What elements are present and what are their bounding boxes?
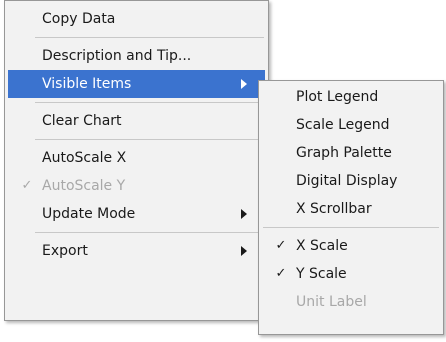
menu-item-label: Scale Legend (296, 117, 390, 133)
checkmark-icon: ✓ (275, 238, 287, 253)
submenu-item-digital-display[interactable]: Digital Display (262, 167, 440, 195)
menu-item-label: X Scale (296, 238, 348, 254)
menu-item-label: Unit Label (296, 294, 367, 310)
menu-item-label: Plot Legend (296, 89, 379, 105)
checkmark-icon: ✓ (275, 266, 287, 281)
menu-item-label: X Scrollbar (296, 201, 372, 217)
menu-item-label: Clear Chart (42, 113, 122, 129)
visible-items-submenu: Plot Legend Scale Legend Graph Palette D… (258, 80, 444, 335)
menu-separator (35, 37, 264, 38)
checkmark-icon: ✓ (21, 178, 33, 193)
menu-item-label: AutoScale X (42, 150, 127, 166)
menu-item-autoscale-y: ✓ AutoScale Y (8, 172, 265, 200)
submenu-item-unit-label: Unit Label (262, 288, 440, 316)
submenu-arrow-icon (241, 79, 247, 89)
menu-separator (263, 227, 439, 228)
submenu-item-plot-legend[interactable]: Plot Legend (262, 83, 440, 111)
submenu-item-x-scale[interactable]: ✓ X Scale (262, 232, 440, 260)
menu-item-clear-chart[interactable]: Clear Chart (8, 107, 265, 135)
menu-separator (35, 102, 264, 103)
context-menu: Copy Data Description and Tip... Visible… (4, 0, 269, 321)
menu-item-label: Update Mode (42, 206, 136, 222)
menu-item-copy-data[interactable]: Copy Data (8, 5, 265, 33)
menu-item-visible-items[interactable]: Visible Items (8, 70, 265, 98)
menu-separator (35, 232, 264, 233)
menu-item-label: Export (42, 243, 88, 259)
menu-item-autoscale-x[interactable]: AutoScale X (8, 144, 265, 172)
menu-item-label: Visible Items (42, 76, 132, 92)
menu-separator (35, 139, 264, 140)
menu-item-label: Graph Palette (296, 145, 392, 161)
submenu-item-graph-palette[interactable]: Graph Palette (262, 139, 440, 167)
submenu-item-y-scale[interactable]: ✓ Y Scale (262, 260, 440, 288)
menu-item-label: Copy Data (42, 11, 116, 27)
submenu-arrow-icon (241, 246, 247, 256)
menu-item-export[interactable]: Export (8, 237, 265, 265)
submenu-arrow-icon (241, 209, 247, 219)
menu-item-label: AutoScale Y (42, 178, 126, 194)
submenu-item-scale-legend[interactable]: Scale Legend (262, 111, 440, 139)
menu-item-description-and-tip[interactable]: Description and Tip... (8, 42, 265, 70)
submenu-item-x-scrollbar[interactable]: X Scrollbar (262, 195, 440, 223)
menu-item-label: Description and Tip... (42, 48, 192, 64)
menu-item-label: Digital Display (296, 173, 398, 189)
menu-item-label: Y Scale (296, 266, 347, 282)
menu-item-update-mode[interactable]: Update Mode (8, 200, 265, 228)
